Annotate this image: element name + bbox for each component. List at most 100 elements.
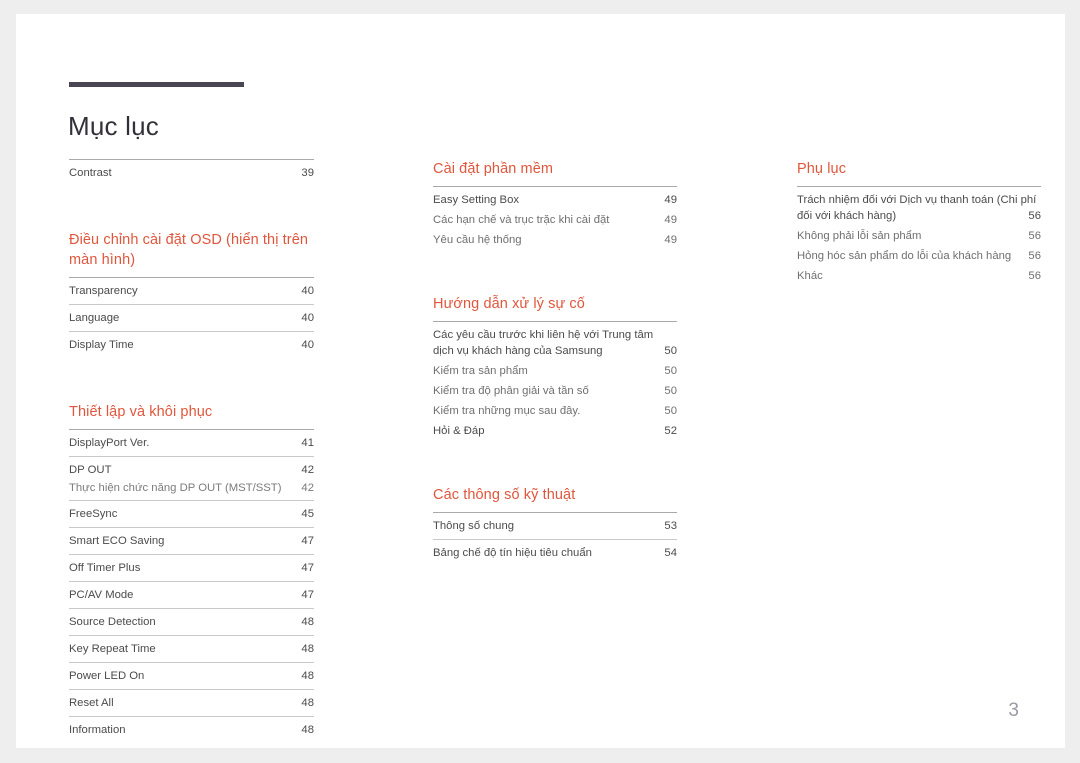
toc-entry-page-number: 48 — [301, 643, 314, 656]
toc-section: Contrast 39 — [69, 159, 314, 186]
toc-entry-page-number: 42 — [301, 464, 314, 477]
toc-entry[interactable]: Thực hiện chức năng DP OUT (MST/SST) 42 — [69, 480, 314, 500]
toc-section: Thiết lập và khôi phục DisplayPort Ver. 41… — [69, 402, 314, 743]
toc-entry[interactable]: Kiểm tra độ phân giải và tần số 50 — [433, 381, 677, 401]
toc-entry-label: Thông số chung — [433, 520, 515, 533]
toc-entry-label: Display Time — [69, 339, 134, 352]
toc-entry-label: PC/AV Mode — [69, 589, 134, 602]
toc-entry-label: Power LED On — [69, 670, 145, 683]
toc-entry-page-number: 56 — [1028, 270, 1041, 283]
toc-entry-page-number: 41 — [301, 437, 314, 450]
toc-section-heading[interactable]: Thiết lập và khôi phục — [69, 402, 314, 422]
toc-entry-label: Hỏi & Đáp — [433, 425, 485, 438]
toc-entry-page-number: 39 — [301, 167, 314, 179]
toc-entry[interactable]: Hỏi & Đáp 52 — [433, 421, 677, 441]
toc-entry-page-number: 54 — [664, 547, 677, 560]
toc-entry-page-number: 47 — [301, 562, 314, 575]
toc-entry-list: DisplayPort Ver. 41 DP OUT 42 Thực hiện chức… — [69, 429, 314, 743]
toc-entry[interactable]: Trách nhiệm đối với Dịch vụ thanh toán (… — [797, 187, 1041, 226]
toc-entry-label: DisplayPort Ver. — [69, 437, 150, 450]
toc-entry[interactable]: Transparency 40 — [69, 278, 314, 304]
toc-entry-page-number: 49 — [664, 234, 677, 247]
toc-entry-page-number: 50 — [664, 385, 677, 398]
toc-entry-list: Contrast 39 — [69, 159, 314, 186]
toc-entry-page-number: 50 — [664, 345, 677, 358]
toc-column-1: Contrast 39 Điều chỉnh cài đặt OSD (hiển t… — [69, 159, 314, 744]
toc-entry[interactable]: Display Time 40 — [69, 331, 314, 358]
toc-entry-page-number: 42 — [301, 482, 314, 495]
toc-entry-list: Thông số chung 53 Bảng chế độ tín hiệu tiê… — [433, 512, 677, 566]
toc-entry-page-number: 53 — [664, 520, 677, 533]
toc-entry[interactable]: Kiểm tra sản phẩm 50 — [433, 361, 677, 381]
toc-entry-label: Kiểm tra sản phẩm — [433, 365, 528, 378]
toc-entry[interactable]: Bảng chế độ tín hiệu tiêu chuẩn 54 — [433, 539, 677, 566]
toc-section: Cài đặt phần mềm Easy Setting Box 49 Các hạ… — [433, 159, 677, 250]
toc-entry-page-number: 47 — [301, 535, 314, 548]
toc-section-heading[interactable]: Điều chỉnh cài đặt OSD (hiển thị trên mà… — [69, 230, 314, 270]
toc-section: Các thông số kỹ thuật Thông số chung 53 Bản… — [433, 485, 677, 566]
toc-entry[interactable]: DP OUT 42 — [69, 456, 314, 483]
toc-entry-page-number: 50 — [664, 365, 677, 378]
toc-entry[interactable]: Yêu cầu hệ thống 49 — [433, 230, 677, 250]
toc-entry-page-number: 40 — [301, 339, 314, 352]
toc-entry[interactable]: Khác 56 — [797, 266, 1041, 286]
toc-entry-page-number: 47 — [301, 589, 314, 602]
toc-entry-label: FreeSync — [69, 508, 118, 521]
toc-entry-page-number: 48 — [301, 670, 314, 683]
toc-entry[interactable]: Off Timer Plus 47 — [69, 554, 314, 581]
toc-section-heading[interactable]: Các thông số kỹ thuật — [433, 485, 677, 505]
toc-entry-label: DP OUT — [69, 464, 112, 477]
toc-entry[interactable]: Không phải lỗi sản phẩm 56 — [797, 226, 1041, 246]
toc-entry[interactable]: Hỏng hóc sản phẩm do lỗi của khách hàng 5… — [797, 246, 1041, 266]
toc-entry-label: Reset All — [69, 697, 114, 710]
toc-entry[interactable]: Reset All 48 — [69, 689, 314, 716]
toc-section-heading[interactable]: Hướng dẫn xử lý sự cố — [433, 294, 677, 314]
toc-entry[interactable]: Power LED On 48 — [69, 662, 314, 689]
toc-entry[interactable]: DisplayPort Ver. 41 — [69, 430, 314, 456]
toc-entry-label: Kiểm tra độ phân giải và tần số — [433, 385, 589, 398]
toc-entry-list: Transparency 40 Language 40 Display Time 40 — [69, 277, 314, 358]
toc-entry-page-number: 48 — [301, 616, 314, 629]
toc-entry-label: Language — [69, 312, 120, 325]
toc-entry[interactable]: Source Detection 48 — [69, 608, 314, 635]
page-number: 3 — [1008, 700, 1019, 721]
toc-section: Phụ lục Trách nhiệm đối với Dịch vụ thanh… — [797, 159, 1041, 286]
toc-entry[interactable]: FreeSync 45 — [69, 500, 314, 527]
toc-entry[interactable]: PC/AV Mode 47 — [69, 581, 314, 608]
toc-entry-label: Trách nhiệm đối với Dịch vụ thanh toán (… — [797, 194, 1037, 223]
toc-entry[interactable]: Information 48 — [69, 716, 314, 743]
toc-entry-list: Easy Setting Box 49 Các hạn chế và trục tr… — [433, 186, 677, 250]
toc-entry-page-number: 48 — [301, 697, 314, 710]
toc-entry-label: Key Repeat Time — [69, 643, 156, 656]
toc-entry-label: Hỏng hóc sản phẩm do lỗi của khách hàng — [797, 250, 1012, 263]
toc-entry-label: Không phải lỗi sản phẩm — [797, 230, 922, 243]
toc-entry-label: Off Timer Plus — [69, 562, 141, 575]
toc-entry-page-number: 50 — [664, 405, 677, 418]
toc-entry[interactable]: Kiểm tra những mục sau đây. 50 — [433, 401, 677, 421]
toc-entry[interactable]: Contrast 39 — [69, 160, 314, 186]
toc-entry-list: Trách nhiệm đối với Dịch vụ thanh toán (… — [797, 186, 1041, 286]
toc-entry-page-number: 49 — [664, 194, 677, 206]
toc-section-heading[interactable]: Phụ lục — [797, 159, 1041, 179]
toc-entry[interactable]: Các hạn chế và trục trặc khi cài đặt 49 — [433, 210, 677, 230]
toc-entry-page-number: 49 — [664, 214, 677, 227]
toc-entry-page-number: 56 — [1028, 230, 1041, 243]
toc-entry[interactable]: Easy Setting Box 49 — [433, 187, 677, 210]
toc-entry[interactable]: Key Repeat Time 48 — [69, 635, 314, 662]
toc-entry[interactable]: Smart ECO Saving 47 — [69, 527, 314, 554]
toc-entry-label: Information — [69, 724, 126, 737]
toc-entry-label: Easy Setting Box — [433, 194, 520, 206]
toc-section: Hướng dẫn xử lý sự cố Các yêu cầu trước k… — [433, 294, 677, 441]
toc-columns: Contrast 39 Điều chỉnh cài đặt OSD (hiển t… — [16, 14, 1065, 748]
toc-entry-label: Contrast — [69, 167, 112, 179]
toc-entry-page-number: 48 — [301, 724, 314, 737]
toc-section-heading[interactable]: Cài đặt phần mềm — [433, 159, 677, 179]
toc-entry[interactable]: Language 40 — [69, 304, 314, 331]
toc-entry-page-number: 56 — [1028, 250, 1041, 263]
toc-entry-label: Source Detection — [69, 616, 156, 629]
toc-column-3: Phụ lục Trách nhiệm đối với Dịch vụ thanh… — [797, 159, 1041, 286]
toc-entry-label: Transparency — [69, 285, 138, 298]
toc-entry[interactable]: Thông số chung 53 — [433, 513, 677, 539]
toc-entry[interactable]: Các yêu cầu trước khi liên hệ với Trung … — [433, 322, 677, 361]
toc-entry-page-number: 52 — [664, 425, 677, 438]
